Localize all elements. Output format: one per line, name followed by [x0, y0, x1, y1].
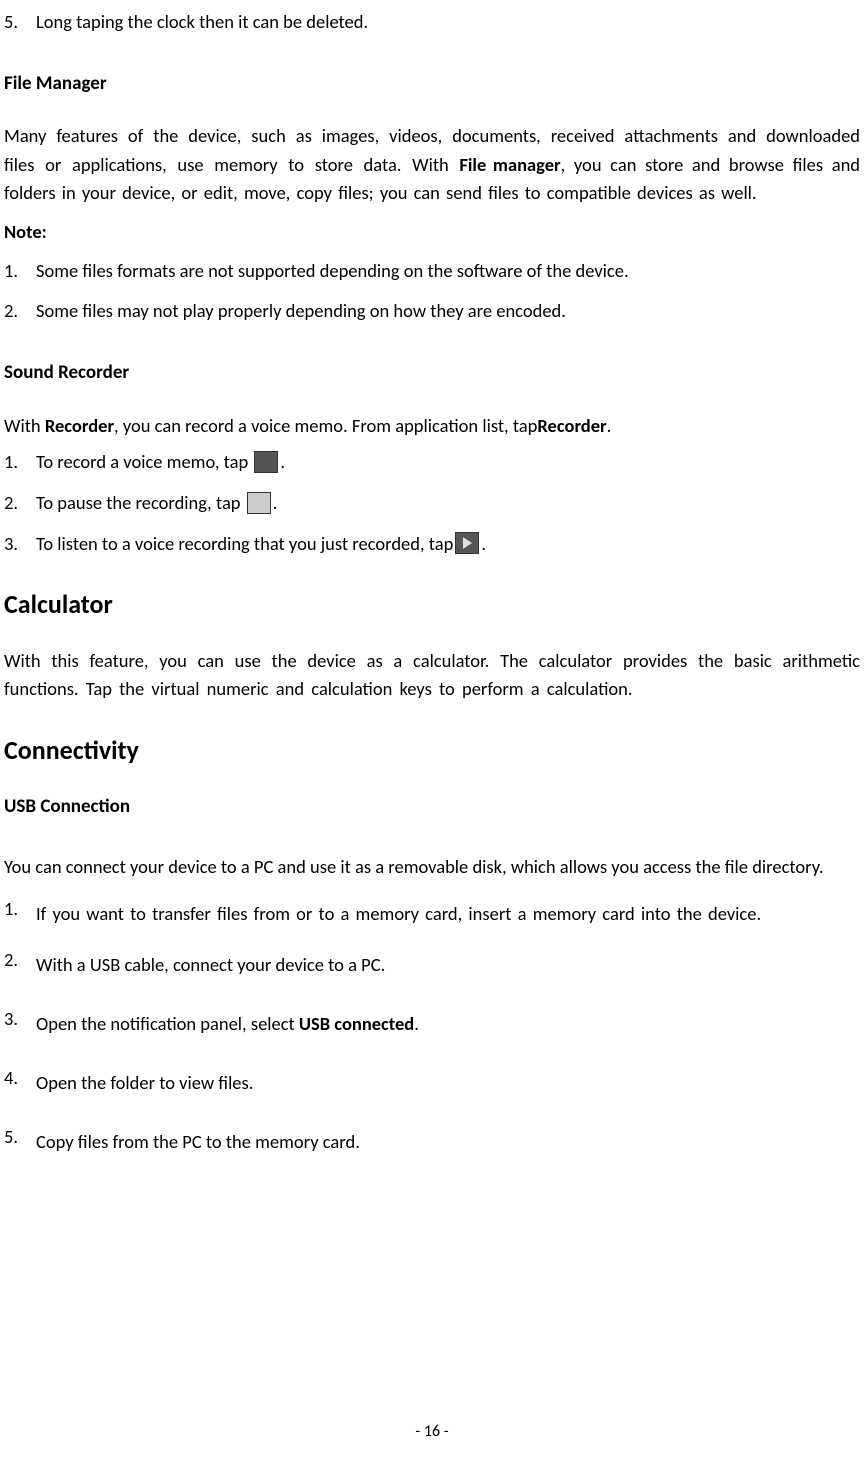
list-item: 1. Some files formats are not supported …: [4, 257, 860, 286]
text-run: With this feature, you can use the devic…: [4, 649, 860, 701]
paragraph: Many features of the device, such as ima…: [4, 122, 860, 208]
list-item: 3. To listen to a voice recording that y…: [4, 530, 860, 559]
list-text: With a USB cable, connect your device to…: [36, 946, 860, 983]
heading-usb-connection: USB Connection: [4, 792, 860, 821]
list-text: Some files formats are not supported dep…: [36, 257, 860, 286]
list-number: 2.: [4, 297, 36, 326]
list-number: 1.: [4, 257, 36, 286]
list-text: To record a voice memo, tap .: [36, 448, 285, 477]
pause-icon: [247, 492, 271, 514]
record-icon: [254, 451, 278, 473]
list-number: 2.: [4, 489, 36, 518]
list-item: 5. Copy files from the PC to the memory …: [4, 1123, 860, 1160]
list-item: 3. Open the notification panel, select U…: [4, 1005, 860, 1042]
document-page: 5. Long taping the clock then it can be …: [0, 0, 864, 1160]
list-item: 1. To record a voice memo, tap .: [4, 448, 860, 477]
text-run: With: [4, 414, 45, 437]
heading-calculator: Calculator: [4, 584, 860, 624]
list-text: To listen to a voice recording that you …: [36, 530, 486, 559]
bold-text: File manager: [459, 153, 560, 176]
list-number: 4.: [4, 1064, 36, 1101]
list-text: Some files may not play properly dependi…: [36, 297, 860, 326]
list-text: If you want to transfer files from or to…: [36, 895, 860, 932]
text-run: To pause the recording, tap: [36, 491, 245, 514]
paragraph: With this feature, you can use the devic…: [4, 647, 860, 704]
heading-file-manager: File Manager: [4, 69, 860, 98]
list-item: 2. To pause the recording, tap .: [4, 489, 860, 518]
list-text: Long taping the clock then it can be del…: [36, 8, 860, 37]
list-text: Copy files from the PC to the memory car…: [36, 1123, 860, 1160]
list-number: 1.: [4, 448, 36, 477]
bold-text: Recorder: [45, 414, 114, 437]
list-number: 5.: [4, 8, 36, 37]
list-text: Open the folder to view files.: [36, 1064, 860, 1101]
bold-text: USB connected: [299, 1012, 414, 1035]
list-number: 2.: [4, 946, 36, 983]
text-run: .: [414, 1012, 419, 1035]
text-run: To record a voice memo, tap: [36, 450, 252, 473]
note-label: Note:: [4, 218, 860, 247]
list-number: 1.: [4, 895, 36, 932]
list-text: To pause the recording, tap .: [36, 489, 277, 518]
heading-connectivity: Connectivity: [4, 730, 860, 770]
list-item: 1. If you want to transfer files from or…: [4, 895, 860, 932]
list-item: 2. Some files may not play properly depe…: [4, 297, 860, 326]
heading-sound-recorder: Sound Recorder: [4, 358, 860, 387]
text-run: , you can record a voice memo. From appl…: [114, 414, 537, 437]
page-number: - 16 -: [0, 1420, 864, 1445]
text-run: You can connect your device to a PC and …: [4, 855, 824, 878]
text-run: Open the notification panel, select: [36, 1012, 299, 1035]
bold-text: Recorder: [537, 414, 606, 437]
list-number: 5.: [4, 1123, 36, 1160]
list-number: 3.: [4, 530, 36, 559]
paragraph: You can connect your device to a PC and …: [4, 848, 860, 885]
list-item: 5. Long taping the clock then it can be …: [4, 8, 860, 37]
text-run: .: [607, 414, 612, 437]
list-item: 2. With a USB cable, connect your device…: [4, 946, 860, 983]
play-icon: [455, 532, 479, 554]
list-text: Open the notification panel, select USB …: [36, 1005, 860, 1042]
text-run: To listen to a voice recording that you …: [36, 532, 453, 555]
list-item: 4. Open the folder to view files.: [4, 1064, 860, 1101]
paragraph: With Recorder, you can record a voice me…: [4, 412, 860, 441]
list-number: 3.: [4, 1005, 36, 1042]
